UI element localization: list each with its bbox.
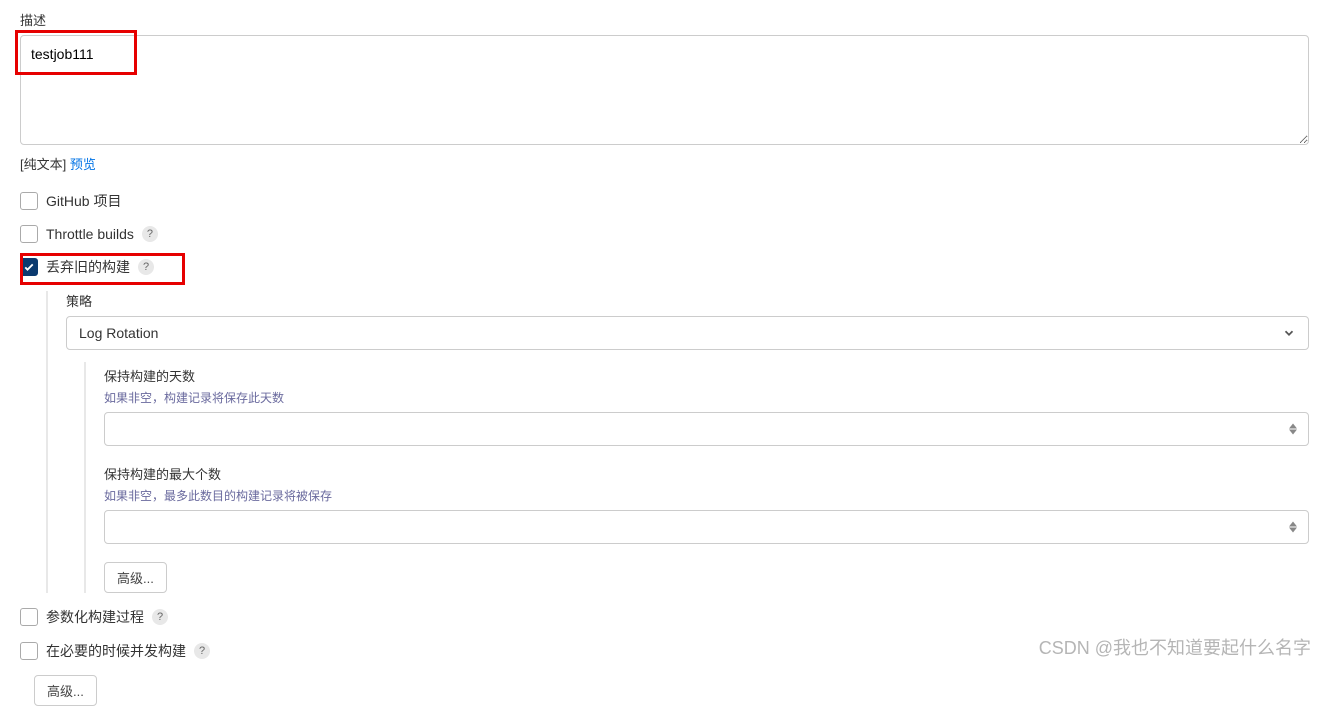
days-to-keep-group: 保持构建的天数 如果非空，构建记录将保存此天数	[104, 366, 1309, 446]
quantity-stepper[interactable]	[1289, 424, 1303, 435]
max-builds-group: 保持构建的最大个数 如果非空，最多此数目的构建记录将被保存	[104, 464, 1309, 544]
help-icon[interactable]: ?	[138, 259, 154, 275]
quantity-stepper[interactable]	[1289, 522, 1303, 533]
chevron-down-icon	[1289, 528, 1297, 533]
advanced-button-bottom[interactable]: 高级...	[34, 675, 97, 706]
concurrent-build-label: 在必要的时候并发构建	[46, 641, 186, 661]
max-builds-input[interactable]	[104, 510, 1309, 544]
chevron-down-icon	[1289, 430, 1297, 435]
discard-subsection: 策略 Log Rotation 保持构建的天数 如果非空，构建记录将保存此天数 …	[46, 291, 1309, 593]
chevron-up-icon	[1289, 522, 1297, 527]
strategy-select[interactable]: Log Rotation	[66, 316, 1309, 350]
github-project-checkbox[interactable]	[20, 192, 38, 210]
days-to-keep-input[interactable]	[104, 412, 1309, 446]
description-section: 描述 [纯文本] 预览	[20, 10, 1309, 173]
parameterized-build-checkbox[interactable]	[20, 608, 38, 626]
github-project-checkbox-row: GitHub 项目	[20, 191, 1309, 211]
github-project-label: GitHub 项目	[46, 191, 121, 211]
concurrent-build-checkbox[interactable]	[20, 642, 38, 660]
throttle-builds-label: Throttle builds	[46, 226, 134, 242]
discard-old-builds-label: 丢弃旧的构建	[46, 257, 130, 277]
description-format-hint: [纯文本] 预览	[20, 154, 1309, 173]
max-builds-label: 保持构建的最大个数	[104, 464, 1309, 483]
log-rotation-fields: 保持构建的天数 如果非空，构建记录将保存此天数 保持构建的最大个数 如果非空，最…	[84, 362, 1309, 593]
strategy-select-value: Log Rotation	[79, 325, 158, 341]
parameterized-build-checkbox-row: 参数化构建过程 ?	[20, 607, 1309, 627]
check-icon	[23, 261, 35, 273]
advanced-button[interactable]: 高级...	[104, 562, 167, 593]
plaintext-label: [纯文本]	[20, 157, 66, 172]
parameterized-build-label: 参数化构建过程	[46, 607, 144, 627]
chevron-up-icon	[1289, 424, 1297, 429]
days-to-keep-label: 保持构建的天数	[104, 366, 1309, 385]
help-icon[interactable]: ?	[152, 609, 168, 625]
discard-old-builds-checkbox[interactable]	[20, 258, 38, 276]
concurrent-build-checkbox-row: 在必要的时候并发构建 ?	[20, 641, 1309, 661]
options-list: GitHub 项目 Throttle builds ? 丢弃旧的构建 ? 策略 …	[20, 191, 1309, 661]
throttle-builds-checkbox[interactable]	[20, 225, 38, 243]
preview-link[interactable]: 预览	[70, 157, 96, 172]
chevron-down-icon	[1282, 326, 1296, 340]
throttle-builds-checkbox-row: Throttle builds ?	[20, 225, 1309, 243]
description-label: 描述	[20, 10, 1309, 29]
strategy-label: 策略	[66, 291, 1309, 310]
help-icon[interactable]: ?	[142, 226, 158, 242]
discard-old-builds-checkbox-row: 丢弃旧的构建 ?	[20, 257, 1309, 277]
days-to-keep-hint: 如果非空，构建记录将保存此天数	[104, 389, 1309, 406]
description-textarea[interactable]	[20, 35, 1309, 145]
max-builds-hint: 如果非空，最多此数目的构建记录将被保存	[104, 487, 1309, 504]
help-icon[interactable]: ?	[194, 643, 210, 659]
